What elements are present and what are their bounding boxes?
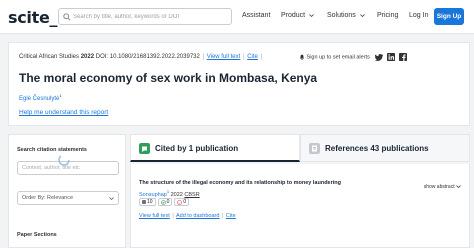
article-meta: Critical African Studies 2022 DOI: 10.10… [19,54,263,60]
separator: | [242,54,245,60]
separator: | [260,54,263,60]
contrasting-badge[interactable]: 0 [174,198,190,206]
scite-logo[interactable]: scite_ [8,8,58,27]
tab-references[interactable]: References 43 publications [300,134,470,162]
help-understand-link[interactable]: Help me understand this report [19,109,108,116]
result-cite-link[interactable]: Cite [226,213,236,219]
contrasting-count: 0 [183,199,187,205]
author-name-label: Eglė Česnulytė [19,96,60,102]
article-header: Critical African Studies 2022 DOI: 10.10… [8,42,470,126]
nav-solutions[interactable]: Solutions [327,12,365,19]
nav-pricing[interactable]: Pricing [377,12,398,19]
email-alerts[interactable]: Sign up to set email alerts [299,54,370,60]
doi: DOI: 10.1080/21681392.2022.2039732 [95,54,200,60]
author-affiliation-marker: 1 [59,93,62,98]
twitter-icon[interactable] [375,53,383,61]
citation-icon [139,143,150,154]
citation-sidebar: Search citation statements Context, auth… [8,134,126,248]
result-year: 2022 [170,191,183,198]
nav-solutions-label: Solutions [327,12,356,19]
separator: | [172,213,174,219]
mentioning-badge[interactable]: 10 [139,198,156,206]
result-actions: View full text | Add to dashboard | Cite [139,213,236,219]
citing-publications-list: The structure of the illegal economy and… [130,164,470,248]
chevron-down-icon [359,13,365,17]
nav-product[interactable]: Product [281,12,314,19]
chevron-down-icon [309,13,314,17]
email-alerts-label: Sign up to set email alerts [306,54,370,61]
show-abstract-toggle[interactable]: show abstract [424,184,461,190]
search-citations-heading: Search citation statements [17,147,87,153]
result-author[interactable]: Sonsuphap [139,192,167,198]
result-journal[interactable]: CBSR [184,192,199,198]
search-box[interactable] [58,8,232,25]
citation-badges: 10 0 0 [139,198,190,206]
separator: | [202,54,205,60]
search-icon [63,13,71,21]
show-abstract-label: show abstract [423,184,455,190]
cite-link[interactable]: Cite [247,54,258,60]
mentioning-icon [142,200,146,204]
view-full-text-link[interactable]: View full text [207,54,241,60]
tab-references-label: References 43 publications [325,144,429,153]
signup-button[interactable]: Sign Up [434,8,464,25]
top-bar: scite_ Assistant Product Solutions Prici… [0,0,474,34]
supporting-badge[interactable]: 0 [157,198,173,206]
tab-cited-by[interactable]: Cited by 1 publication [130,134,300,162]
result-view-full-text-link[interactable]: View full text [139,213,170,219]
check-icon [160,199,166,205]
author-name[interactable]: Eglė Česnulytė1 [19,93,62,102]
order-by-value: Order By: Relevance [22,195,74,201]
result-meta: Sonsuphap1 2022 CBSR [139,189,200,198]
facebook-icon[interactable] [399,53,407,61]
loading-spinner-icon [58,154,70,166]
nav-assistant[interactable]: Assistant [242,12,270,19]
question-icon [177,199,183,205]
supporting-count: 0 [166,199,170,205]
mentioning-count: 10 [147,199,153,205]
chevron-down-icon [109,197,114,201]
publication-year: 2022 [80,54,95,60]
nav-login[interactable]: Log In [409,12,428,19]
result-title[interactable]: The structure of the illegal economy and… [139,180,341,186]
linkedin-icon[interactable] [387,53,395,61]
search-input[interactable] [73,11,229,23]
paper-sections-heading: Paper Sections [17,232,57,238]
tab-cited-by-label: Cited by 1 publication [155,144,239,153]
chevron-down-icon [456,185,461,189]
order-by-select[interactable]: Order By: Relevance [17,191,119,205]
reference-icon [309,143,320,154]
add-to-dashboard-link[interactable]: Add to dashboard [176,213,219,219]
article-title: The moral economy of sex work in Mombasa… [19,71,318,85]
nav-product-label: Product [281,12,306,19]
result-author-affiliation-marker: 1 [166,189,170,194]
bell-icon [299,54,305,60]
separator: | [221,213,224,219]
journal-name: Critical African Studies [19,54,80,60]
